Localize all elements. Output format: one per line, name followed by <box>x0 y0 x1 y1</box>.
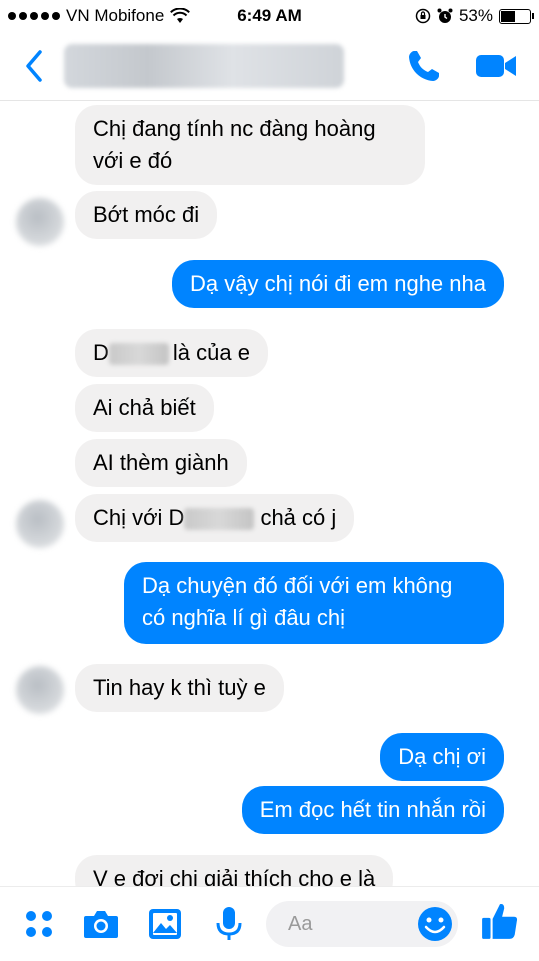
message-text: Bớt móc đi <box>93 202 200 227</box>
message-bubble[interactable]: AI thèm giành <box>75 439 247 487</box>
battery-icon <box>499 8 534 24</box>
message-bubble[interactable]: Tin hay k thì tuỳ e <box>75 664 284 712</box>
message-text: với e đó <box>93 148 173 173</box>
message-text: Ai chả biết <box>93 395 196 420</box>
phone-icon[interactable] <box>406 48 442 84</box>
message-bubble[interactable]: Ai chả biết <box>75 384 214 432</box>
avatar[interactable] <box>16 198 64 246</box>
message-text: chả có j <box>260 505 337 530</box>
microphone-icon[interactable] <box>210 905 248 943</box>
message-text: Chị đang tính nc đàng hoàng <box>93 116 376 141</box>
message-bubble[interactable]: Em đọc hết tin nhắn rồi <box>241 786 504 834</box>
message-input[interactable]: Aa <box>266 901 458 947</box>
message-text: Dạ chuyện đó đối với em không <box>142 573 453 598</box>
message-bubble[interactable]: Dạ vậy chị nói đi em nghe nha <box>172 260 504 308</box>
message-text: Dạ vậy chị nói đi em nghe nha <box>190 271 486 296</box>
avatar[interactable] <box>16 666 64 714</box>
message-text: Dạ chị ơi <box>398 744 486 769</box>
message-text: là của e <box>172 340 250 365</box>
more-apps-icon[interactable] <box>20 905 58 943</box>
contact-name-blurred[interactable] <box>64 44 344 88</box>
redacted-name <box>184 508 255 531</box>
message-bubble[interactable]: Dạ chuyện đó đối với em không có nghĩa l… <box>124 562 504 644</box>
avatar[interactable] <box>16 500 64 548</box>
alarm-icon <box>437 8 453 23</box>
battery-percent: 53% <box>458 6 493 25</box>
message-text: Tin hay k thì tuỳ e <box>93 675 266 700</box>
message-text: có nghĩa lí gì đâu chị <box>142 605 346 630</box>
conversation-header <box>0 32 539 101</box>
message-list[interactable]: Chị đang tính nc đàng hoàng với e đó Bớt… <box>0 100 539 890</box>
message-text: Chị với D <box>93 505 185 530</box>
message-bubble[interactable]: Chị với D chả có j <box>75 494 355 542</box>
message-text: D <box>93 340 109 365</box>
chevron-left-icon[interactable] <box>20 46 50 86</box>
gallery-icon[interactable] <box>146 905 184 943</box>
rotation-lock-icon <box>415 8 431 24</box>
message-text: Em đọc hết tin nhắn rồi <box>259 797 486 822</box>
redacted-name <box>108 343 169 366</box>
status-right: 53% <box>415 6 534 26</box>
message-bubble[interactable]: V e đợi chị giải thích cho e là <box>75 855 394 890</box>
composer-bar: Aa <box>0 886 539 961</box>
thumbs-up-icon[interactable] <box>480 901 520 941</box>
camera-icon[interactable] <box>82 905 120 943</box>
status-bar: VN Mobifone 6:49 AM 53% <box>0 0 539 32</box>
message-bubble[interactable]: Bớt móc đi <box>75 191 218 239</box>
emoji-icon[interactable] <box>416 905 454 943</box>
message-bubble[interactable]: Dạ chị ơi <box>380 733 504 781</box>
message-bubble[interactable]: Dlà của e <box>75 329 268 377</box>
message-bubble[interactable]: Chị đang tính nc đàng hoàng với e đó <box>75 105 425 185</box>
message-text: AI thèm giành <box>93 450 229 475</box>
video-camera-icon[interactable] <box>474 50 518 82</box>
message-input-placeholder: Aa <box>288 913 313 935</box>
